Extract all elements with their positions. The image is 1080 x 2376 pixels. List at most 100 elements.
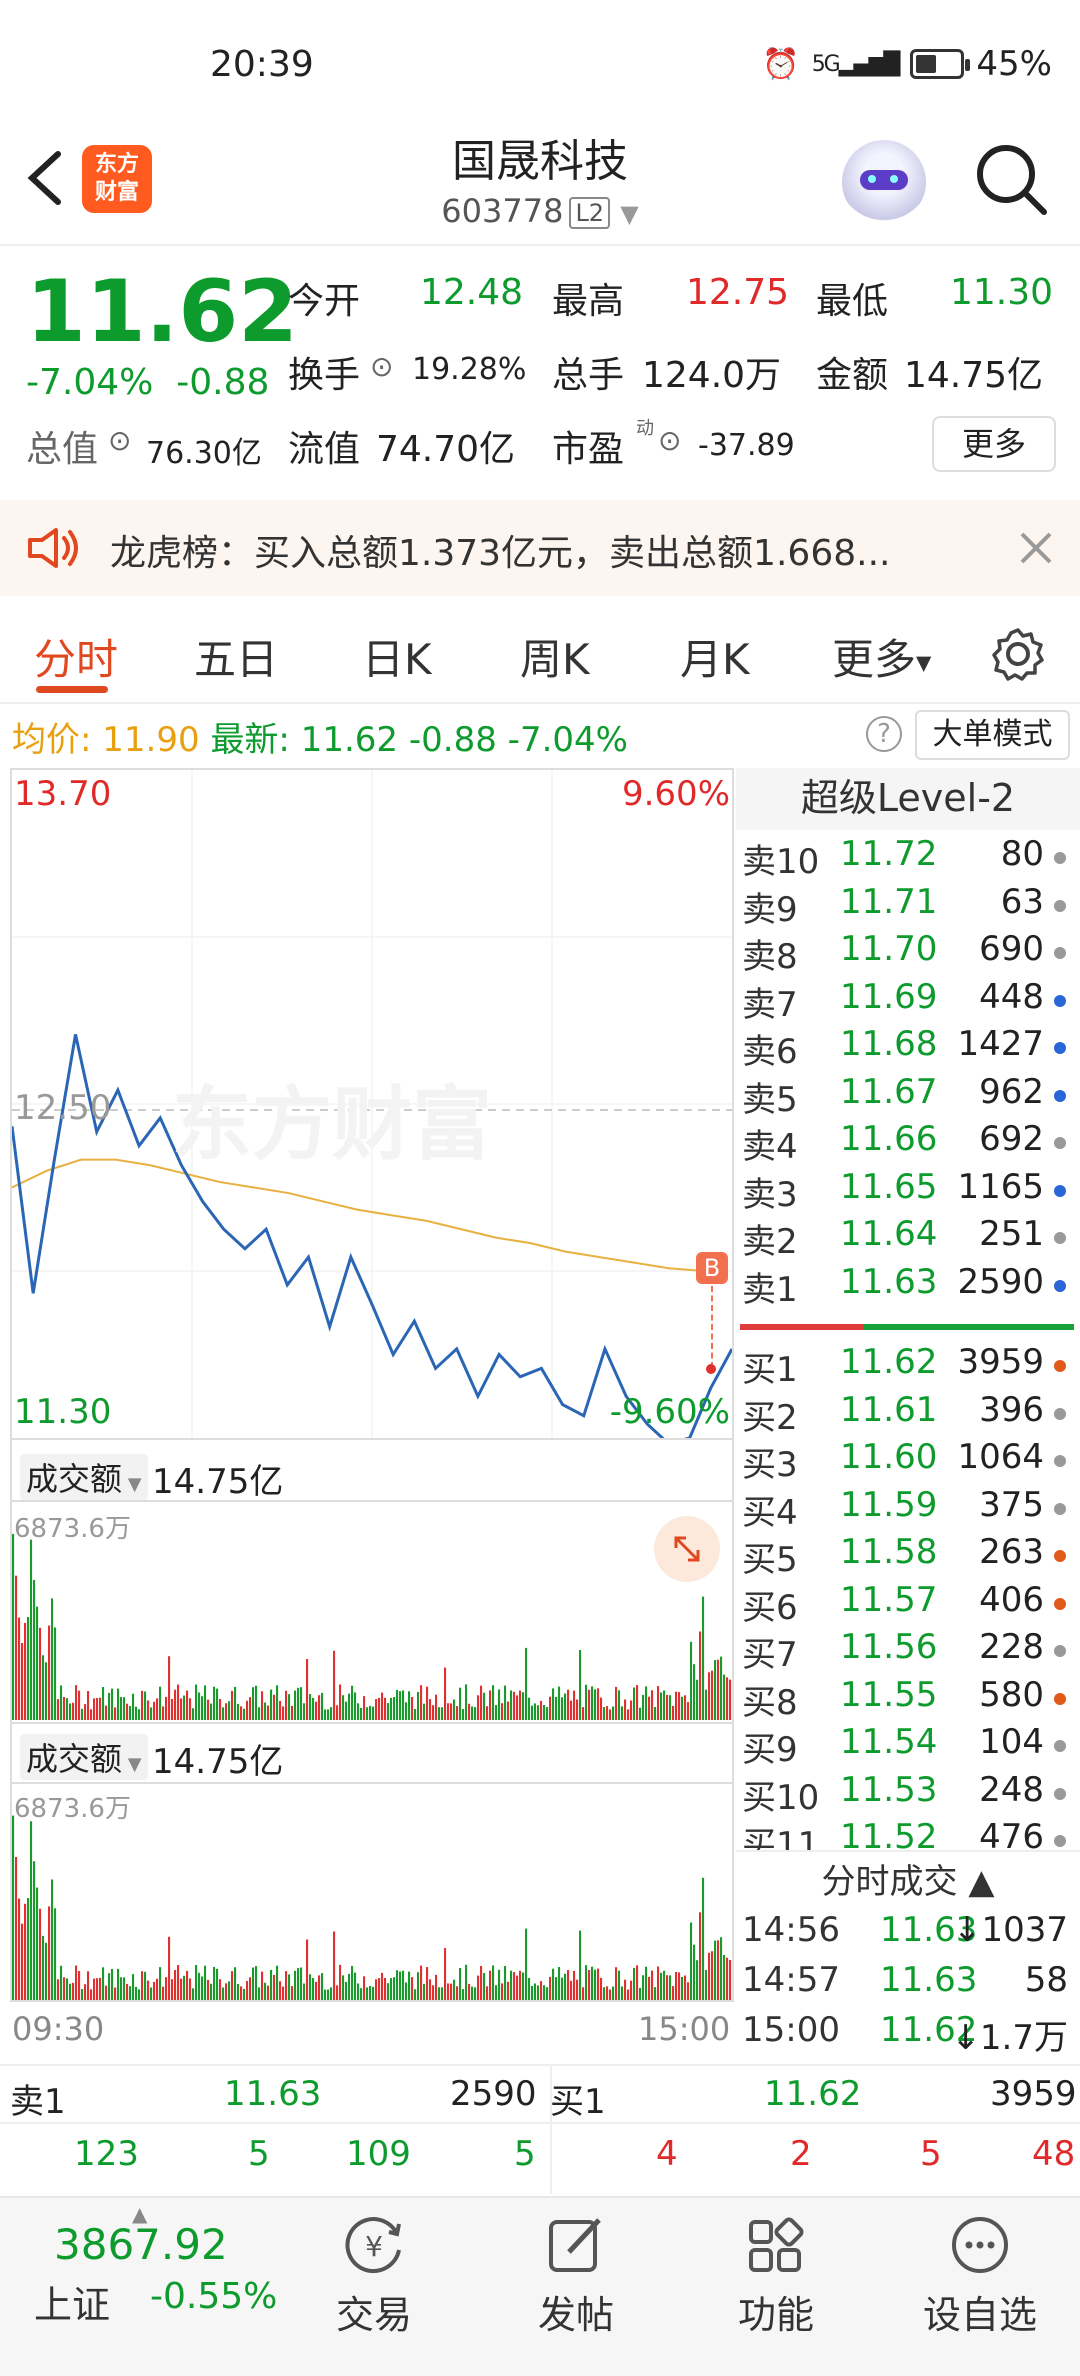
volume-bar <box>525 1928 528 2000</box>
volume-bar <box>180 1978 183 2000</box>
volume-bar <box>138 1989 141 2000</box>
volume-bar <box>489 1970 492 2000</box>
volume-bar <box>81 1989 84 2000</box>
bids-row[interactable]: 买9 11.54 104 <box>742 1722 1072 1770</box>
bids-row[interactable]: 买6 11.57 406 <box>742 1580 1072 1628</box>
volume-bar <box>321 1973 324 2000</box>
svg-text:¥: ¥ <box>365 2230 383 2263</box>
volume-bar <box>99 1977 102 2000</box>
volume-bar <box>192 1988 195 2000</box>
volume-bar <box>228 1981 231 2000</box>
volume-bar <box>72 1982 75 2000</box>
volume-bar <box>558 1967 561 2000</box>
volume-bar <box>141 1971 144 2000</box>
volume-bar <box>156 1978 159 2000</box>
volume-bar <box>165 1977 168 2000</box>
buy1-vol: 3959 <box>990 2074 1077 2114</box>
volume-bar <box>708 1952 711 2000</box>
volume-bar <box>729 1960 732 2000</box>
volume-bar <box>288 1974 291 2000</box>
volume-bar <box>42 1935 45 2000</box>
volume-bar <box>570 1980 573 2000</box>
volume-bar <box>117 1968 120 2000</box>
volume-bar <box>396 1970 399 2000</box>
volume-bar <box>312 1978 315 2000</box>
volume-bar <box>57 1979 60 2000</box>
volume-bar <box>189 1978 192 2000</box>
volume-bar <box>270 1969 273 2000</box>
volume-bar <box>27 1898 30 2000</box>
volume-bar <box>186 1970 189 2000</box>
bids-row[interactable]: 买1 11.62 3959 <box>742 1342 1072 1390</box>
yuan-refresh-icon: ¥ <box>345 2217 401 2273</box>
volume-bar <box>540 1981 543 2000</box>
index-pct: -0.55% <box>150 2276 278 2317</box>
volume-bar <box>591 1966 594 2000</box>
volume-bar <box>159 1967 162 2000</box>
volume-bar <box>237 1984 240 2000</box>
bids-row[interactable]: 买5 11.58 263 <box>742 1532 1072 1580</box>
volume-bar <box>282 1986 285 2000</box>
bids-row[interactable]: 买2 11.61 396 <box>742 1390 1072 1438</box>
volume-bar <box>459 1968 462 2000</box>
volume-bar <box>108 1973 111 2000</box>
volume-bar <box>495 1985 498 2000</box>
volume-bar <box>258 1987 261 2000</box>
volume-bar <box>360 1988 363 2000</box>
volume-bar <box>612 1986 615 2000</box>
volume-bar <box>336 1985 339 2000</box>
volume-bar <box>240 1986 243 2000</box>
volume-bar <box>234 1967 237 2000</box>
nav-functions[interactable]: 功能 <box>706 2200 846 2339</box>
volume-bar <box>18 1898 21 2000</box>
volume-bar <box>516 1975 519 2000</box>
bids-row[interactable]: 买3 11.60 1064 <box>742 1437 1072 1485</box>
ticks-title[interactable]: 分时成交 ▲ <box>736 1852 1080 1912</box>
bids-row[interactable]: 买10 11.53 248 <box>742 1770 1072 1818</box>
bids-row[interactable]: 买8 11.55 580 <box>742 1675 1072 1723</box>
bids-row[interactable]: 买4 11.59 375 <box>742 1485 1072 1533</box>
volume-bar <box>216 1968 219 2000</box>
vol-max-1: 6873.6万 <box>14 1514 131 1544</box>
volume-bar <box>648 1976 651 2000</box>
index-value[interactable]: 3867.92 <box>54 2220 228 2269</box>
bids-row[interactable]: 买11 11.52 476 <box>742 1817 1072 1850</box>
volume-bar <box>501 1983 504 2000</box>
volume-bar <box>381 1972 384 2000</box>
volume-bar <box>222 1987 225 2000</box>
volume-bar <box>123 1977 126 2000</box>
buy1-label: 买1 <box>550 2082 606 2122</box>
volume-bar <box>231 1971 234 2000</box>
bids-row[interactable]: 买7 11.56 228 <box>742 1627 1072 1675</box>
nav-add-watchlist[interactable]: 设自选 <box>910 2200 1050 2339</box>
volume-bar <box>201 1976 204 2000</box>
volume-bar <box>462 1989 465 2000</box>
volume-bar <box>660 1972 663 2000</box>
volume-bar <box>129 1986 132 2000</box>
volume-bar <box>33 1861 36 2000</box>
volume-bar <box>279 1981 282 2000</box>
volume-bar <box>534 1983 537 2000</box>
volume-bar <box>669 1975 672 2000</box>
volume-bar <box>198 1972 201 2000</box>
volume-bar <box>561 1977 564 2000</box>
volume-bar <box>531 1985 534 2000</box>
volume-bar <box>363 1976 366 2000</box>
volume-bar <box>255 1966 258 2000</box>
level-dot <box>1054 1645 1066 1657</box>
nav-trade[interactable]: ¥ 交易 <box>304 2200 444 2339</box>
sell1-price: 11.63 <box>224 2074 322 2114</box>
nav-post[interactable]: 发帖 <box>506 2200 646 2339</box>
volume-bar <box>69 1983 72 2000</box>
volume-bar <box>468 1983 471 2000</box>
volume-bar <box>153 1982 156 2000</box>
volume-bar <box>51 1879 54 2000</box>
volume-bar <box>537 1985 540 2000</box>
volume-bar <box>555 1977 558 2000</box>
volume-bar <box>66 1978 69 2000</box>
volume-bar <box>132 1974 135 2000</box>
volume-bar <box>618 1970 621 2000</box>
volume-bar <box>252 1967 255 2000</box>
volume-bar <box>666 1975 669 2000</box>
more-dots-icon <box>952 2217 1008 2273</box>
